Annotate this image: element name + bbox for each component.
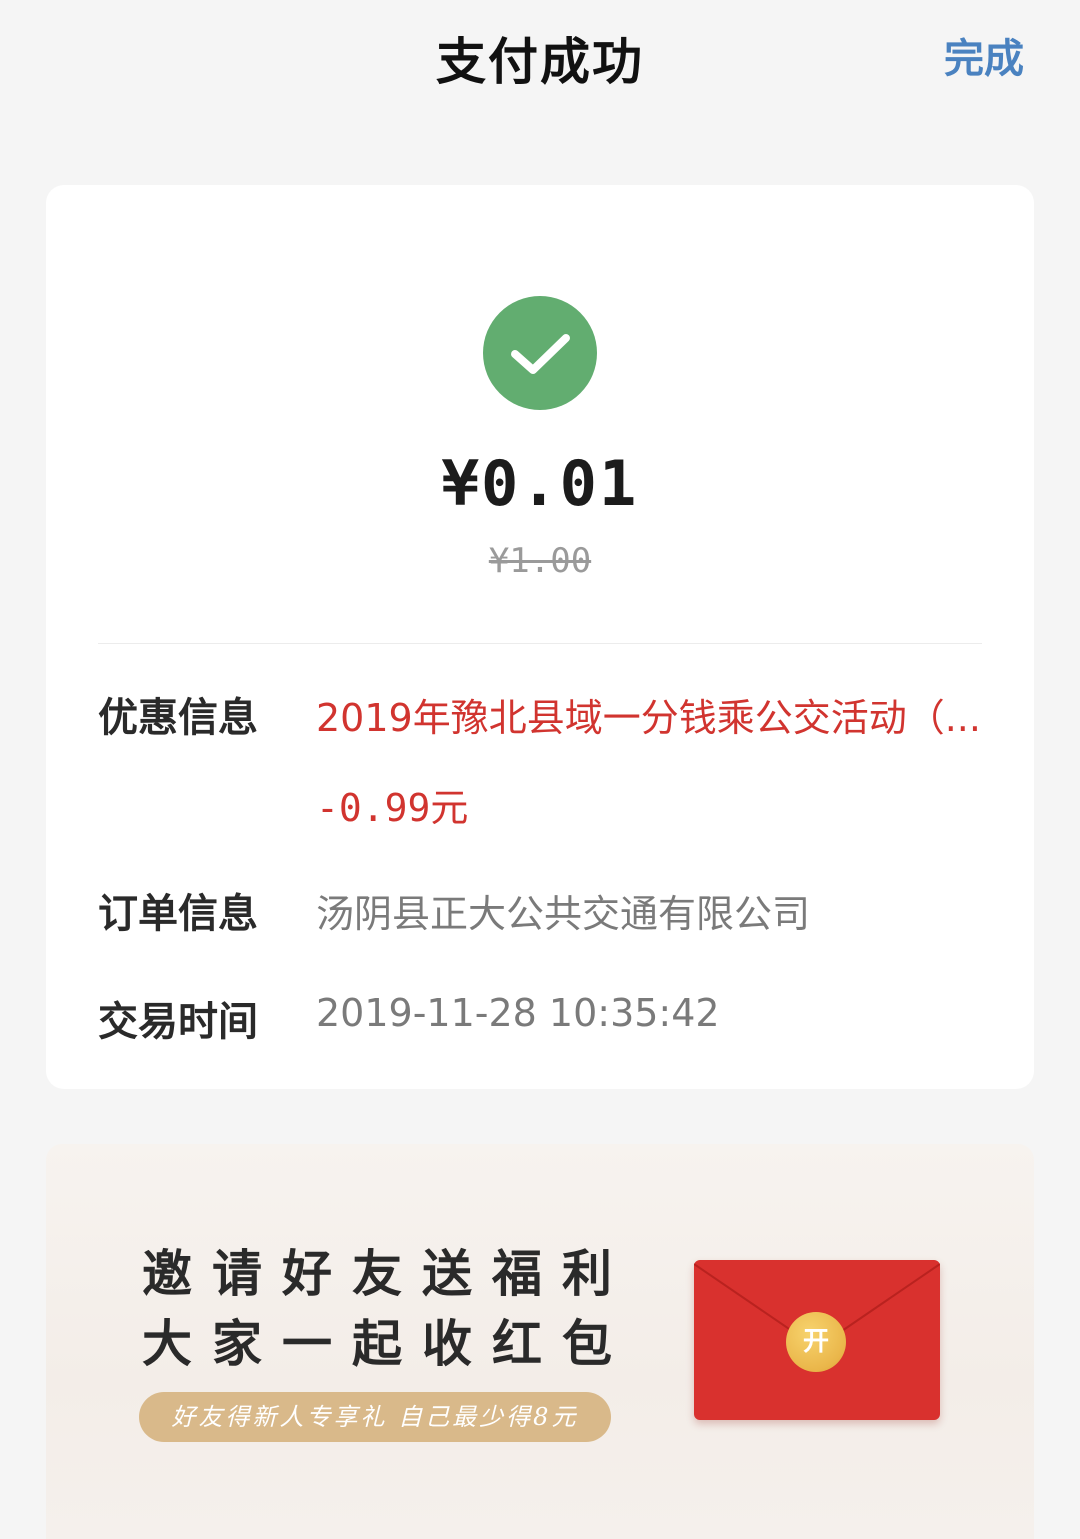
banner-title-line1: 邀请好友送福利 xyxy=(142,1244,632,1303)
payment-result-card: ¥0.01 ¥1.00 优惠信息 2019年豫北县域一分钱乘公交活动（... -… xyxy=(46,185,1034,1089)
top-bar: 支付成功 完成 xyxy=(0,0,1080,110)
done-button[interactable]: 完成 xyxy=(944,26,1024,84)
red-envelope-button[interactable]: 开 xyxy=(694,1260,940,1420)
order-merchant: 汤阴县正大公共交通有限公司 xyxy=(316,892,811,936)
success-badge xyxy=(483,296,597,410)
divider xyxy=(98,643,982,644)
order-label: 订单信息 xyxy=(98,891,258,937)
promo-activity-text: 2019年豫北县域一分钱乘公交活动（... xyxy=(316,696,981,740)
check-icon xyxy=(511,334,570,374)
invite-banner[interactable]: 邀请好友送福利 大家一起收红包 好友得新人专享礼 自己最少得8元 开 xyxy=(46,1144,1034,1539)
page-title: 支付成功 xyxy=(436,33,644,91)
promo-discount: -0.99元 xyxy=(316,786,469,830)
original-amount: ¥1.00 xyxy=(488,541,592,581)
time-label: 交易时间 xyxy=(98,999,258,1045)
paid-amount: ¥0.01 xyxy=(441,447,639,520)
banner-subtitle: 好友得新人专享礼 自己最少得8元 xyxy=(139,1392,611,1442)
transaction-time: 2019-11-28 10:35:42 xyxy=(316,991,720,1035)
promo-label: 优惠信息 xyxy=(98,695,258,741)
open-seal[interactable]: 开 xyxy=(786,1312,846,1372)
banner-title-line2: 大家一起收红包 xyxy=(142,1314,632,1373)
